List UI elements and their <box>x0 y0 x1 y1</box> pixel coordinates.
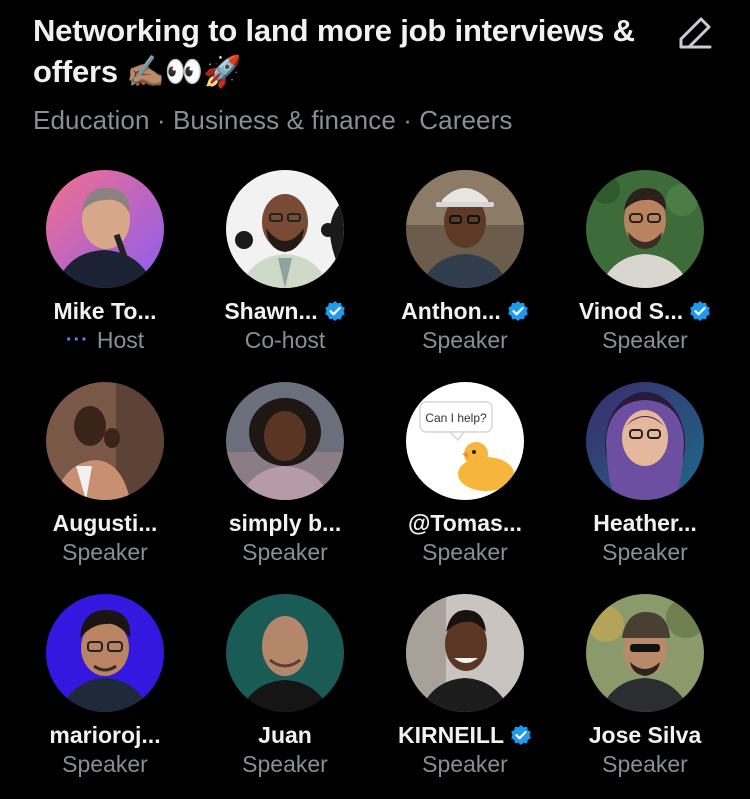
participant-card[interactable]: marioroj... Speaker <box>15 594 195 799</box>
space-header: Networking to land more job interviews &… <box>33 10 653 136</box>
verified-badge-icon <box>508 301 528 321</box>
participant-name: Juan <box>258 721 312 748</box>
avatar <box>406 170 524 288</box>
participant-role-label: Host <box>96 327 145 353</box>
avatar <box>46 594 164 712</box>
host-dots-icon: ··· <box>65 329 89 351</box>
participant-name: marioroj... <box>49 721 161 748</box>
participant-card[interactable]: Jose Silva Speaker <box>555 594 735 799</box>
participant-card[interactable]: Shawn... Co-host <box>195 170 375 382</box>
avatar <box>226 594 344 712</box>
participant-name: Jose Silva <box>588 721 702 748</box>
verified-badge-icon <box>690 301 710 321</box>
participant-card[interactable]: Heather... Speaker <box>555 382 735 594</box>
avatar <box>226 382 344 500</box>
participant-role: Speaker <box>242 539 328 565</box>
participant-role: ··· Host <box>66 327 144 354</box>
participant-name: Anthon... <box>401 297 501 324</box>
participant-card[interactable]: Juan Speaker <box>195 594 375 799</box>
participant-card[interactable]: Vinod S... Speaker <box>555 170 735 382</box>
verified-badge-icon <box>511 725 531 745</box>
avatar <box>586 170 704 288</box>
participant-name: @Tomas... <box>407 509 523 536</box>
participant-card[interactable]: Mike To... ··· Host <box>15 170 195 382</box>
participant-role: Co-host <box>244 327 326 353</box>
participant-name: Mike To... <box>53 297 157 324</box>
participant-role: Speaker <box>422 539 508 565</box>
participants-grid: Mike To... ··· Host Shawn... Co-host Ant… <box>0 170 750 799</box>
participant-card[interactable]: Anthon... Speaker <box>375 170 555 382</box>
participant-role: Speaker <box>602 751 688 777</box>
avatar <box>586 594 704 712</box>
participant-role: Speaker <box>62 539 148 565</box>
space-title: Networking to land more job interviews &… <box>33 13 635 89</box>
avatar <box>46 170 164 288</box>
avatar-caption: Can I help? <box>425 411 487 425</box>
participant-role: Speaker <box>422 327 508 353</box>
space-topics: Education · Business & finance · Careers <box>33 105 513 135</box>
participant-role: Speaker <box>242 751 328 777</box>
participant-name: Shawn... <box>224 297 318 324</box>
participant-card[interactable]: simply b... Speaker <box>195 382 375 594</box>
edit-button[interactable] <box>674 12 716 54</box>
participant-card[interactable]: KIRNEILL Speaker <box>375 594 555 799</box>
participant-name: simply b... <box>228 509 342 536</box>
participant-card[interactable]: Can I help? @Tomas... Speaker <box>375 382 555 594</box>
participant-card[interactable]: Augusti... Speaker <box>15 382 195 594</box>
participant-name: Heather... <box>593 509 697 536</box>
participant-name: Vinod S... <box>578 297 684 324</box>
pencil-icon <box>679 17 712 49</box>
avatar <box>406 594 524 712</box>
avatar <box>46 382 164 500</box>
participant-name: KIRNEILL <box>397 721 505 748</box>
participant-role: Speaker <box>602 539 688 565</box>
verified-badge-icon <box>324 301 345 321</box>
avatar <box>226 170 344 288</box>
avatar <box>586 382 704 500</box>
participant-name: Augusti... <box>52 509 158 536</box>
participant-role: Speaker <box>602 327 688 353</box>
avatar: Can I help? <box>406 382 524 500</box>
participant-role: Speaker <box>62 751 148 777</box>
participant-role: Speaker <box>422 751 508 777</box>
